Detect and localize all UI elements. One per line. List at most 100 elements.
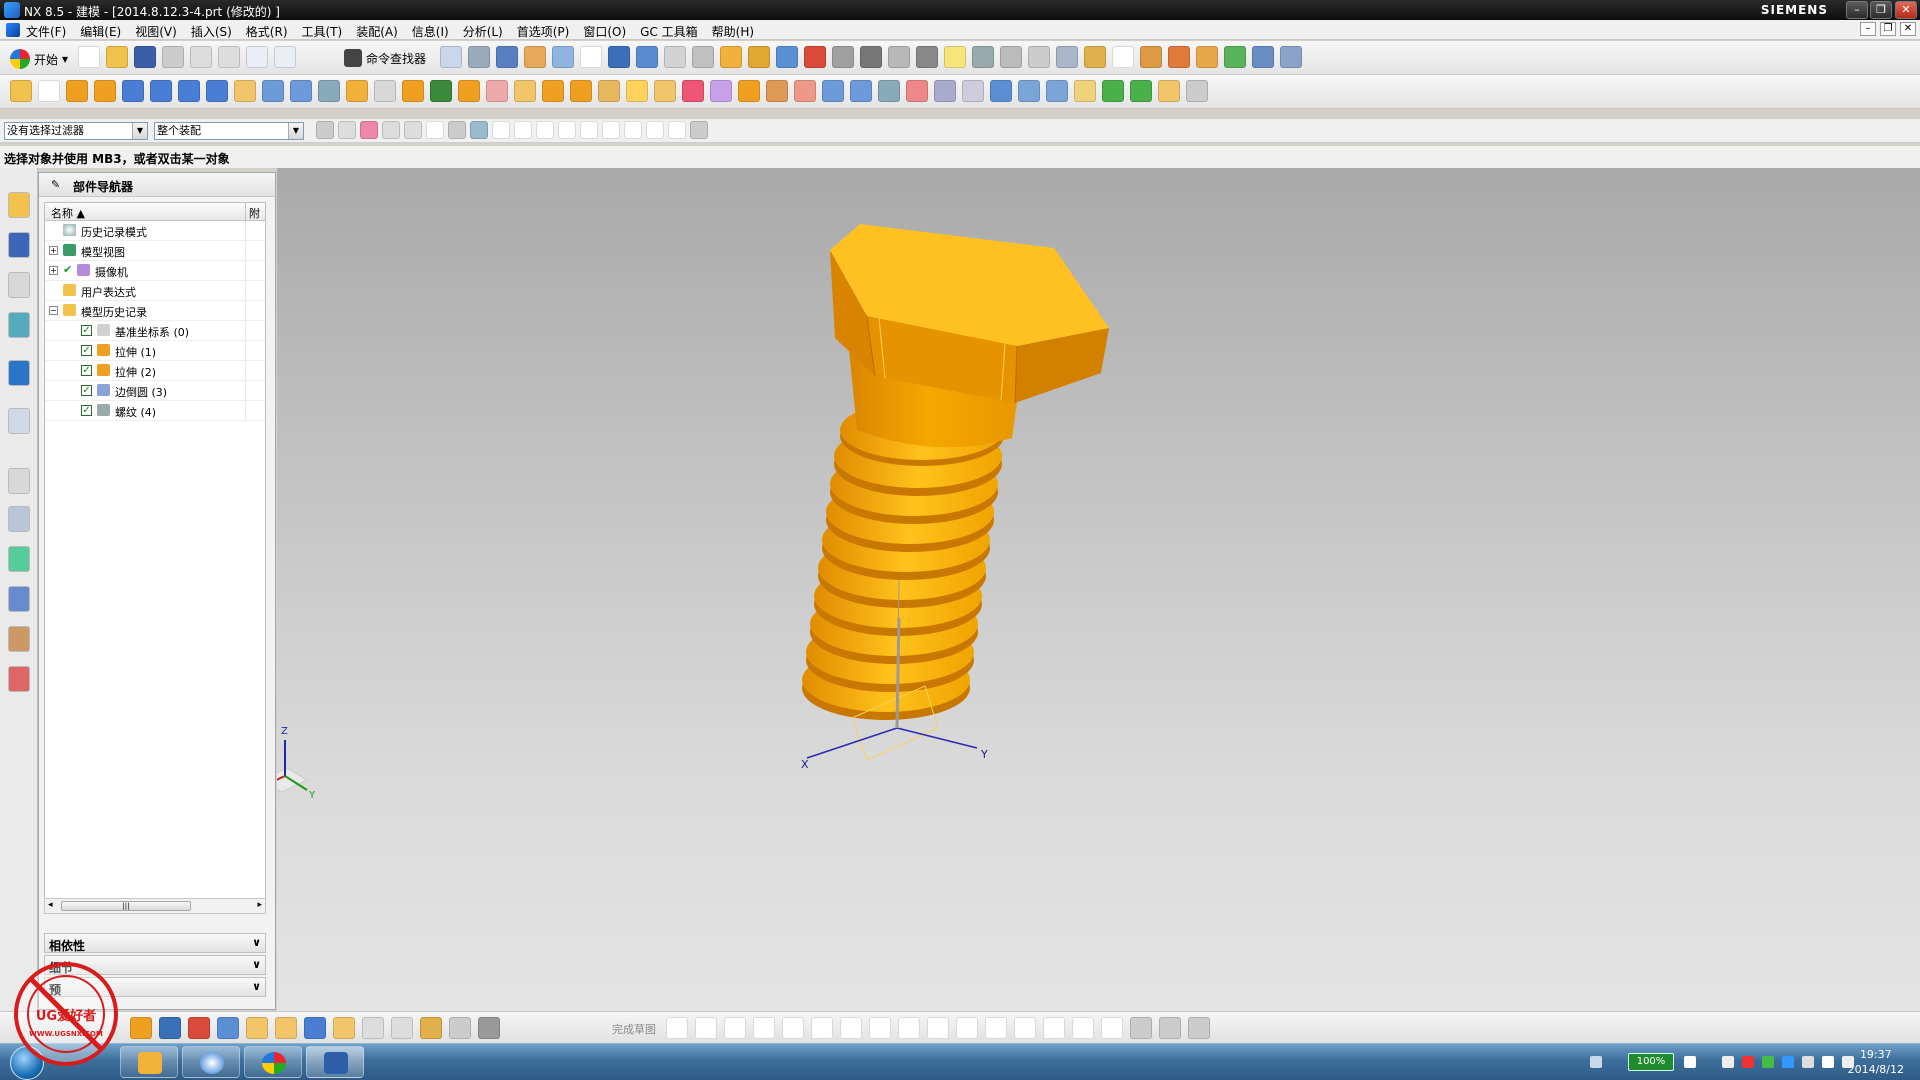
chevron-down-icon[interactable]: ∨	[252, 980, 261, 993]
close-button[interactable]: ✕	[1895, 1, 1917, 19]
arc-icon[interactable]	[724, 1017, 746, 1039]
constraint-navigator-icon[interactable]	[8, 232, 30, 258]
select-all-icon[interactable]	[360, 121, 378, 139]
dimension-icon[interactable]	[188, 1017, 210, 1039]
render-style-icon[interactable]	[468, 46, 490, 68]
section-view-icon[interactable]	[524, 46, 546, 68]
pencil-icon[interactable]	[333, 1017, 355, 1039]
snap-tangent-icon[interactable]	[646, 121, 664, 139]
move-object-icon[interactable]	[636, 46, 658, 68]
ruler-icon[interactable]	[1074, 80, 1096, 102]
finish-sketch-button[interactable]: 完成草图	[612, 1021, 656, 1037]
measure-icon[interactable]	[664, 46, 686, 68]
selection-filter-icon[interactable]	[944, 46, 966, 68]
part-navigator-icon[interactable]	[8, 272, 30, 298]
sphere-icon[interactable]	[860, 46, 882, 68]
menu-help[interactable]: 帮助(H)	[712, 23, 754, 40]
open-folder-icon[interactable]	[106, 46, 128, 68]
menu-file[interactable]: 文件(F)	[26, 23, 66, 40]
minimize-button[interactable]: –	[1846, 1, 1868, 19]
assembly-icon[interactable]	[1280, 46, 1302, 68]
spline-icon[interactable]	[927, 1017, 949, 1039]
stack-icon[interactable]	[1046, 80, 1068, 102]
keyboard-icon[interactable]	[1590, 1056, 1602, 1068]
resize-face-icon[interactable]	[794, 80, 816, 102]
hammer-icon[interactable]	[1130, 80, 1152, 102]
scroll-right-arrow-icon[interactable]: ▸	[257, 900, 262, 910]
web-browser-icon[interactable]	[8, 360, 30, 386]
pattern-feature-icon[interactable]	[626, 80, 648, 102]
feature-curve-icon[interactable]	[338, 121, 356, 139]
snap-point-icon[interactable]	[668, 121, 686, 139]
shaded-icon[interactable]	[832, 46, 854, 68]
taskbar-nx[interactable]	[244, 1046, 302, 1078]
palette-icon[interactable]	[8, 546, 30, 572]
sketch-name-icon[interactable]	[449, 1017, 471, 1039]
taskbar-ie[interactable]	[182, 1046, 240, 1078]
tree-row-user-expressions[interactable]: 用户表达式	[45, 281, 265, 301]
view-layout-icon[interactable]	[990, 80, 1012, 102]
menu-tools[interactable]: 工具(T)	[302, 23, 343, 40]
roles-icon[interactable]	[8, 626, 30, 652]
paste-icon[interactable]	[218, 46, 240, 68]
cone-icon[interactable]	[178, 80, 200, 102]
select-curve-icon[interactable]	[382, 121, 400, 139]
rectangle-icon[interactable]	[840, 1017, 862, 1039]
image-icon[interactable]	[1168, 46, 1190, 68]
swept-icon[interactable]	[878, 80, 900, 102]
table-icon[interactable]	[1140, 46, 1162, 68]
edge-blend-icon[interactable]	[458, 80, 480, 102]
visibility-checkbox[interactable]: ✓	[81, 325, 92, 336]
tree-row-thread[interactable]: ✓ 螺纹 (4)	[45, 401, 265, 421]
tree-row-extrude-2[interactable]: ✓ 拉伸 (2)	[45, 361, 265, 381]
corner-icon[interactable]	[782, 1017, 804, 1039]
green-arrow-icon[interactable]	[1102, 80, 1124, 102]
make-corner-icon[interactable]	[1014, 1017, 1036, 1039]
menu-format[interactable]: 格式(R)	[246, 23, 288, 40]
extrude-icon[interactable]	[66, 80, 88, 102]
tree-row-extrude-1[interactable]: ✓ 拉伸 (1)	[45, 341, 265, 361]
taskbar-document[interactable]	[306, 1046, 364, 1078]
tree-row-history-mode[interactable]: 历史记录模式	[45, 221, 265, 241]
assembly-navigator-icon[interactable]	[8, 192, 30, 218]
doc-close-button[interactable]: ✕	[1900, 22, 1916, 36]
ruled-surface-icon[interactable]	[850, 80, 872, 102]
person-icon[interactable]	[972, 46, 994, 68]
quick-trim-icon[interactable]	[956, 1017, 978, 1039]
chamfer-tool-icon[interactable]	[391, 1017, 413, 1039]
snap-curve-icon[interactable]	[558, 121, 576, 139]
show-hidden-icon[interactable]	[1722, 1056, 1734, 1068]
snap-quadrant-icon[interactable]	[602, 121, 620, 139]
system-materials-icon[interactable]	[8, 666, 30, 692]
fit-view-icon[interactable]	[440, 46, 462, 68]
mirror-icon[interactable]	[598, 80, 620, 102]
pocket-icon[interactable]	[290, 80, 312, 102]
command-finder-button[interactable]: 命令查找器	[344, 49, 426, 67]
replace-face-icon[interactable]	[738, 80, 760, 102]
visibility-checkbox[interactable]: ✓	[81, 385, 92, 396]
trim-sheet-icon[interactable]	[934, 80, 956, 102]
constraint-icon[interactable]	[159, 1017, 181, 1039]
quick-extend-icon[interactable]	[985, 1017, 1007, 1039]
expand-icon[interactable]: +	[49, 266, 58, 275]
menu-preferences[interactable]: 首选项(P)	[517, 23, 570, 40]
solid-select-icon[interactable]	[448, 121, 466, 139]
profile-icon[interactable]	[666, 1017, 688, 1039]
scroll-left-arrow-icon[interactable]: ◂	[48, 900, 53, 910]
block-icon[interactable]	[122, 80, 144, 102]
start-button[interactable]: 开始 ▼	[10, 48, 68, 70]
menu-assembly[interactable]: 装配(A)	[356, 23, 398, 40]
snap-center-icon[interactable]	[580, 121, 598, 139]
hole-icon[interactable]	[234, 80, 256, 102]
graphics-window[interactable]: X Y Z X Y	[277, 168, 1920, 1011]
mirror-curve-icon[interactable]	[1043, 1017, 1065, 1039]
device-icon[interactable]	[1802, 1056, 1814, 1068]
offset-curve-icon[interactable]	[217, 1017, 239, 1039]
visibility-checkbox[interactable]: ✓	[81, 405, 92, 416]
qq-tray-icon[interactable]	[1742, 1056, 1754, 1068]
snap-line-icon[interactable]	[536, 121, 554, 139]
sketch-style-icon[interactable]	[304, 1017, 326, 1039]
doc-minimize-button[interactable]: –	[1860, 22, 1876, 36]
boss-icon[interactable]	[262, 80, 284, 102]
line-icon[interactable]	[695, 1017, 717, 1039]
